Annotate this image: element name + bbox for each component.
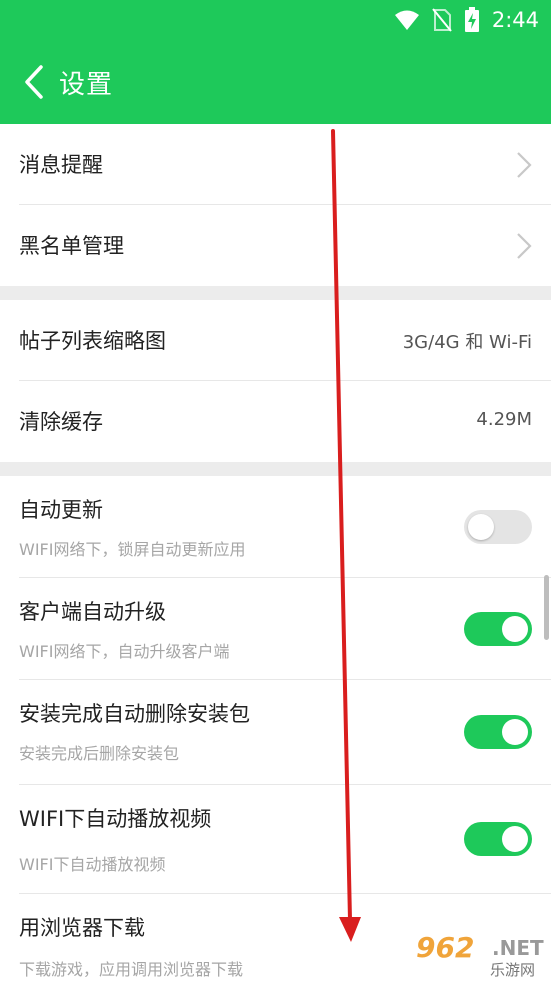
setting-delete-package[interactable]: 安装完成自动删除安装包 安装完成后删除安装包 (0, 680, 551, 785)
setting-description: WIFI网络下，锁屏自动更新应用 (19, 540, 246, 559)
page-title: 设置 (59, 70, 114, 100)
chevron-left-icon (25, 65, 43, 99)
setting-label: 自动更新 (19, 498, 103, 522)
autoplay-video-toggle[interactable] (464, 822, 532, 856)
toggle-knob (468, 514, 494, 540)
section-gap (0, 286, 551, 300)
auto-update-toggle[interactable] (464, 510, 532, 544)
watermark-logo: 962 .NET 乐游网 (412, 929, 547, 979)
status-time: 2:44 (491, 8, 539, 32)
status-icons: 2:44 (394, 4, 539, 36)
setting-description: WIFI下自动播放视频 (19, 855, 166, 874)
settings-list: 消息提醒 黑名单管理 帖子列表缩略图 3G/4G 和 Wi-Fi 清除缓存 4.… (0, 124, 551, 981)
setting-auto-update[interactable]: 自动更新 WIFI网络下，锁屏自动更新应用 (0, 476, 551, 578)
setting-value: 3G/4G 和 Wi-Fi (402, 332, 532, 353)
toggle-knob (502, 826, 528, 852)
battery-charging-icon (464, 7, 479, 32)
status-bar: 2:44 (0, 0, 551, 40)
setting-label: WIFI下自动播放视频 (19, 807, 212, 831)
app-bar: 设置 (0, 40, 551, 124)
setting-client-upgrade[interactable]: 客户端自动升级 WIFI网络下，自动升级客户端 (0, 578, 551, 680)
setting-label: 黑名单管理 (19, 234, 124, 258)
watermark-number: 962 (416, 931, 475, 964)
setting-label: 客户端自动升级 (19, 600, 166, 624)
setting-description: WIFI网络下，自动升级客户端 (19, 642, 230, 661)
section-gap (0, 462, 551, 476)
setting-autoplay-video[interactable]: WIFI下自动播放视频 WIFI下自动播放视频 (0, 785, 551, 894)
setting-label: 安装完成自动删除安装包 (19, 702, 250, 726)
setting-message-reminder[interactable]: 消息提醒 (0, 124, 551, 205)
back-button[interactable] (14, 58, 54, 106)
setting-blacklist[interactable]: 黑名单管理 (0, 205, 551, 286)
setting-clear-cache[interactable]: 清除缓存 4.29M (0, 381, 551, 462)
setting-thumbnail[interactable]: 帖子列表缩略图 3G/4G 和 Wi-Fi (0, 300, 551, 381)
scrollbar-thumb[interactable] (544, 575, 549, 640)
no-sim-icon (432, 8, 452, 32)
setting-label: 用浏览器下载 (19, 916, 145, 940)
client-upgrade-toggle[interactable] (464, 612, 532, 646)
watermark-chinese: 乐游网 (490, 961, 536, 979)
toggle-knob (502, 719, 528, 745)
chevron-right-icon (517, 233, 532, 259)
watermark-suffix: .NET (492, 936, 544, 960)
setting-description: 下载游戏，应用调用浏览器下载 (19, 960, 244, 979)
toggle-knob (502, 616, 528, 642)
setting-description: 安装完成后删除安装包 (19, 744, 180, 763)
cache-size: 4.29M (476, 409, 532, 430)
setting-label: 帖子列表缩略图 (19, 329, 166, 353)
chevron-right-icon (517, 152, 532, 178)
delete-package-toggle[interactable] (464, 715, 532, 749)
setting-label: 消息提醒 (19, 153, 103, 177)
wifi-icon (394, 10, 419, 30)
setting-label: 清除缓存 (19, 410, 103, 434)
